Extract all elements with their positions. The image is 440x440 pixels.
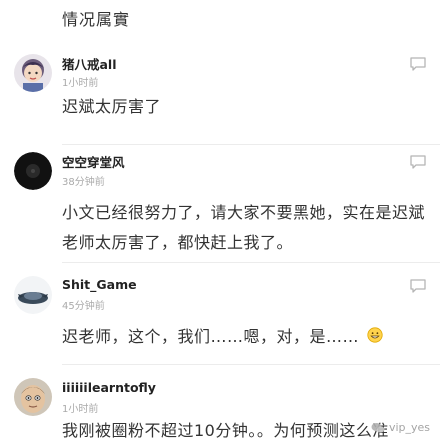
divider <box>62 144 440 145</box>
top-snippet: 情况属實 <box>62 10 131 29</box>
comment-time: 1小时前 <box>62 78 99 89</box>
username[interactable]: Shit_Game <box>62 277 137 292</box>
child-face-avatar-icon <box>14 378 52 416</box>
comment-text: 迟斌太厉害了 <box>62 97 162 116</box>
comment-item: 猪八戒all 1小时前 迟斌太厉害了 <box>0 48 440 148</box>
reply-icon[interactable] <box>410 154 426 169</box>
wechat-icon <box>371 422 385 433</box>
reply-icon[interactable] <box>410 278 426 293</box>
watermark: vip_yes <box>371 421 430 434</box>
cartoon-avatar-icon <box>14 54 52 92</box>
comment-item: Shit_Game 45分钟前 迟老师，这个，我们……嗯，对，是…… <box>0 270 440 365</box>
grinning-emoji-icon <box>367 323 383 353</box>
comment-time: 38分钟前 <box>62 177 105 188</box>
reply-icon[interactable] <box>410 56 426 71</box>
user-avatar[interactable] <box>14 152 52 190</box>
comment-text: 迟老师，这个，我们……嗯，对，是…… <box>62 322 430 353</box>
user-avatar[interactable] <box>14 54 52 92</box>
user-avatar[interactable] <box>14 276 52 314</box>
comment-time: 45分钟前 <box>62 301 105 312</box>
username[interactable]: 猪八戒all <box>62 54 117 73</box>
username[interactable]: iiiiiilearntofly <box>62 380 156 395</box>
dark-circle-avatar-icon <box>14 152 52 190</box>
comment-time: 1小时前 <box>62 404 99 415</box>
user-avatar[interactable] <box>14 378 52 416</box>
comment-text-body: 迟老师，这个，我们……嗯，对，是…… <box>62 327 360 346</box>
divider <box>62 364 440 365</box>
username[interactable]: 空空穿堂风 <box>62 152 125 171</box>
divider <box>62 262 440 263</box>
comment-item: 空空穿堂风 38分钟前 小文已经很努力了，请大家不要黑她，实在是迟斌老师太厉害了… <box>0 148 440 263</box>
watermark-text: vip_yes <box>388 421 430 434</box>
game-avatar-icon <box>14 276 52 314</box>
comment-text: 小文已经很努力了，请大家不要黑她，实在是迟斌老师太厉害了，都快赶上我了。 <box>62 203 426 252</box>
